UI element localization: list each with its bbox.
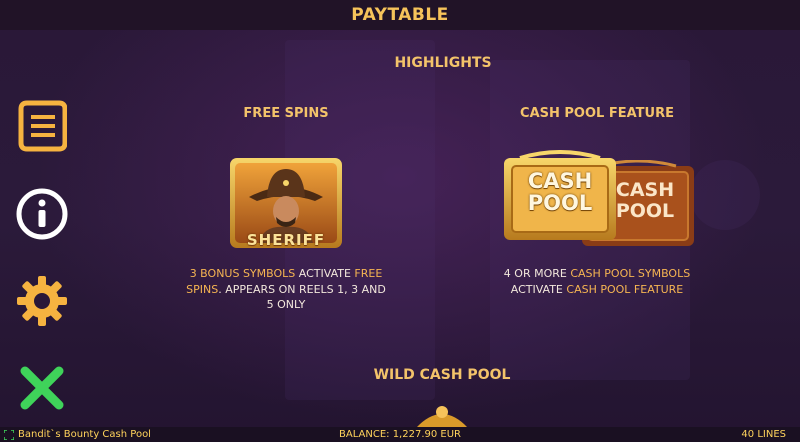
cash-pool-description: 4 OR MORE CASH POOL SYMBOLS ACTIVATE CAS… xyxy=(503,267,691,296)
balance-display: BALANCE: 1,227.90 EUR xyxy=(339,429,461,440)
info-button[interactable] xyxy=(14,186,70,242)
page-title: PAYTABLE xyxy=(351,5,449,25)
lines-display: 40 LINES xyxy=(741,429,786,440)
info-icon xyxy=(16,188,68,240)
paytable-scroll-icon xyxy=(18,100,67,152)
header-bar: PAYTABLE xyxy=(0,0,800,30)
free-spins-heading: FREE SPINS xyxy=(243,106,329,121)
free-spins-description: 3 BONUS SYMBOLS ACTIVATE FREE SPINS. APP… xyxy=(186,267,386,311)
background-spin-button xyxy=(690,160,760,230)
close-button[interactable] xyxy=(14,360,70,416)
close-icon xyxy=(20,366,64,410)
sheriff-symbol-label: SHERIFF xyxy=(246,231,326,249)
wild-cash-pool-heading: WILD CASH POOL xyxy=(373,367,511,383)
wild-symbol-peek xyxy=(416,406,468,428)
cash-pool-symbol-front-text: CASH POOL xyxy=(527,169,593,215)
paytable-button[interactable] xyxy=(14,98,70,154)
status-bar: Bandit`s Bounty Cash Pool BALANCE: 1,227… xyxy=(0,427,800,442)
settings-button[interactable] xyxy=(14,273,70,329)
section-title: HIGHLIGHTS xyxy=(394,55,492,71)
settings-gear-icon xyxy=(17,276,67,326)
cash-pool-heading: CASH POOL FEATURE xyxy=(520,106,674,121)
